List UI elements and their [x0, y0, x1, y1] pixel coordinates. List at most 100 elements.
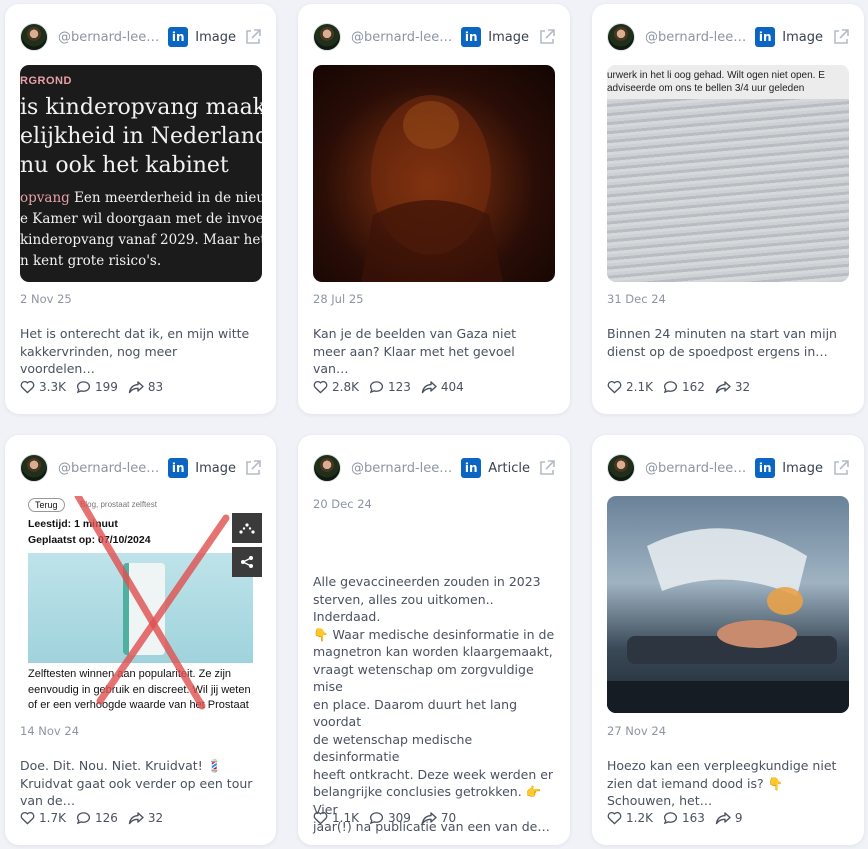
post-stats: 2.1K 162 32: [607, 380, 760, 394]
avatar[interactable]: [20, 454, 48, 482]
desc-line: Alle gevaccineerden zouden in 2023: [313, 574, 541, 589]
likes-count: 2.1K: [626, 380, 653, 394]
share-node-icon: [232, 547, 262, 577]
post-card[interactable]: @bernard-lee… in Image RGROND is kindero…: [5, 4, 276, 414]
desc-line: 👇 Waar medische desinformatie in de: [313, 626, 555, 642]
post-description[interactable]: Doe. Dit. Nou. Niet. Kruidvat! 💈 Kruidva…: [20, 757, 255, 810]
avatar[interactable]: [607, 23, 635, 51]
post-image[interactable]: [313, 65, 555, 282]
comment-icon: [369, 381, 384, 394]
heart-icon: [20, 380, 35, 394]
likes-count: 3.3K: [39, 380, 66, 394]
body-line: Een meerderheid in de nieuw: [69, 190, 262, 206]
author-handle[interactable]: @bernard-lee…: [58, 30, 159, 45]
comments-count: 199: [94, 380, 118, 394]
author-handle[interactable]: @bernard-lee…: [351, 461, 452, 476]
shares-count: 70: [440, 811, 457, 825]
likes-count: 1.2K: [626, 811, 653, 825]
body-line: kinderopvang vanaf 2029. Maar het pla: [20, 232, 262, 248]
shares-count: 32: [734, 380, 751, 394]
linkedin-icon: in: [168, 27, 189, 47]
card-header: @bernard-lee… in Image: [20, 451, 262, 485]
share-icon: [715, 381, 731, 394]
post-image[interactable]: [607, 496, 849, 713]
likes-count: 2.8K: [332, 380, 359, 394]
desc-line: de wetenschap medische desinformatie: [313, 731, 473, 765]
comments-count: 162: [681, 380, 705, 394]
post-stats: 1.2K 163 9: [607, 811, 753, 825]
share-icon: [128, 812, 144, 825]
post-image[interactable]: RGROND is kinderopvang maakt d elijkheid…: [20, 65, 262, 282]
headline-line: is kinderopvang maakt d: [20, 95, 262, 120]
screenshot-line: urwerk in het li oog gehad. Wilt ogen ni…: [607, 70, 825, 81]
post-stats: 1.7K 126 32: [20, 811, 173, 825]
share-icon: [421, 812, 437, 825]
post-description[interactable]: Binnen 24 minuten na start van mijn dien…: [607, 325, 842, 360]
news-headline: is kinderopvang maakt d elijkheid in Ned…: [20, 93, 262, 180]
post-type: Image: [782, 460, 823, 476]
post-stats: 1.1K 309 70: [313, 811, 466, 825]
desc-line: sterven, alles zou uitkomen.. Inderdaad.: [313, 591, 494, 625]
news-kicker: RGROND: [20, 75, 72, 87]
comment-icon: [76, 812, 91, 825]
post-description[interactable]: Kan je de beelden van Gaza niet meer aan…: [313, 325, 548, 378]
avatar[interactable]: [313, 454, 341, 482]
author-handle[interactable]: @bernard-lee…: [58, 461, 159, 476]
author-handle[interactable]: @bernard-lee…: [645, 30, 746, 45]
desc-line: magnetron kan worden klaargemaakt,: [313, 644, 553, 659]
heart-icon: [20, 811, 35, 825]
heart-icon: [313, 380, 328, 394]
hospital-scene: [607, 528, 849, 713]
desc-line: en place. Daarom duurt het lang voordat: [313, 696, 518, 730]
post-date: 20 Dec 24: [313, 497, 372, 511]
share-icon: [128, 381, 144, 394]
post-description[interactable]: Het is onterecht dat ik, en mijn witte k…: [20, 325, 255, 378]
likes-count: 1.7K: [39, 811, 66, 825]
post-stats: 3.3K 199 83: [20, 380, 173, 394]
likes-count: 1.1K: [332, 811, 359, 825]
headline-line: nu ook het kabinet: [20, 153, 229, 178]
post-card[interactable]: @bernard-lee… in Image Terug Blog, prost…: [5, 435, 276, 845]
post-date: 14 Nov 24: [20, 724, 80, 738]
avatar[interactable]: [313, 23, 341, 51]
external-link-icon[interactable]: [832, 459, 850, 477]
heart-icon: [607, 380, 622, 394]
dots-share-icon: [232, 513, 262, 543]
post-date: 27 Nov 24: [607, 724, 667, 738]
post-image[interactable]: urwerk in het li oog gehad. Wilt ogen ni…: [607, 65, 849, 282]
linkedin-icon: in: [461, 458, 482, 478]
shares-count: 32: [147, 811, 164, 825]
external-link-icon[interactable]: [244, 28, 262, 46]
post-type: Image: [195, 460, 236, 476]
heart-icon: [313, 811, 328, 825]
shares-count: 9: [734, 811, 743, 825]
post-card[interactable]: @bernard-lee… in Image urwerk in het li …: [592, 4, 864, 414]
comment-icon: [76, 381, 91, 394]
external-link-icon[interactable]: [538, 459, 556, 477]
author-handle[interactable]: @bernard-lee…: [351, 30, 452, 45]
news-body: opvang Een meerderheid in de nieuw e Kam…: [20, 188, 262, 272]
post-date: 28 Jul 25: [313, 292, 364, 306]
avatar[interactable]: [20, 23, 48, 51]
news-lead-tag: opvang: [20, 190, 70, 206]
author-handle[interactable]: @bernard-lee…: [645, 461, 746, 476]
linkedin-icon: in: [755, 27, 776, 47]
post-card[interactable]: @bernard-lee… in Image 27 Nov 24 Hoezo k…: [592, 435, 864, 845]
post-date: 2 Nov 25: [20, 292, 72, 306]
post-date: 31 Dec 24: [607, 292, 666, 306]
external-link-icon[interactable]: [538, 28, 556, 46]
body-line: e Kamer wil doorgaan met de invoerin: [20, 211, 262, 227]
body-line: n kent grote risico's.: [20, 253, 162, 269]
comments-count: 123: [387, 380, 411, 394]
post-description[interactable]: Hoezo kan een verpleegkundige niet zien …: [607, 757, 842, 810]
post-card[interactable]: @bernard-lee… in Image 28 Jul 25 Kan je …: [298, 4, 570, 414]
external-link-icon[interactable]: [244, 459, 262, 477]
post-description[interactable]: Alle gevaccineerden zouden in 2023 sterv…: [313, 573, 558, 836]
post-image[interactable]: Terug Blog, prostaat zelftest Leestijd: …: [20, 496, 262, 713]
avatar[interactable]: [607, 454, 635, 482]
post-card[interactable]: @bernard-lee… in Article 20 Dec 24 Alle …: [298, 435, 570, 845]
post-stats: 2.8K 123 404: [313, 380, 474, 394]
card-header: @bernard-lee… in Image: [313, 20, 556, 54]
external-link-icon[interactable]: [832, 28, 850, 46]
card-header: @bernard-lee… in Article: [313, 451, 556, 485]
